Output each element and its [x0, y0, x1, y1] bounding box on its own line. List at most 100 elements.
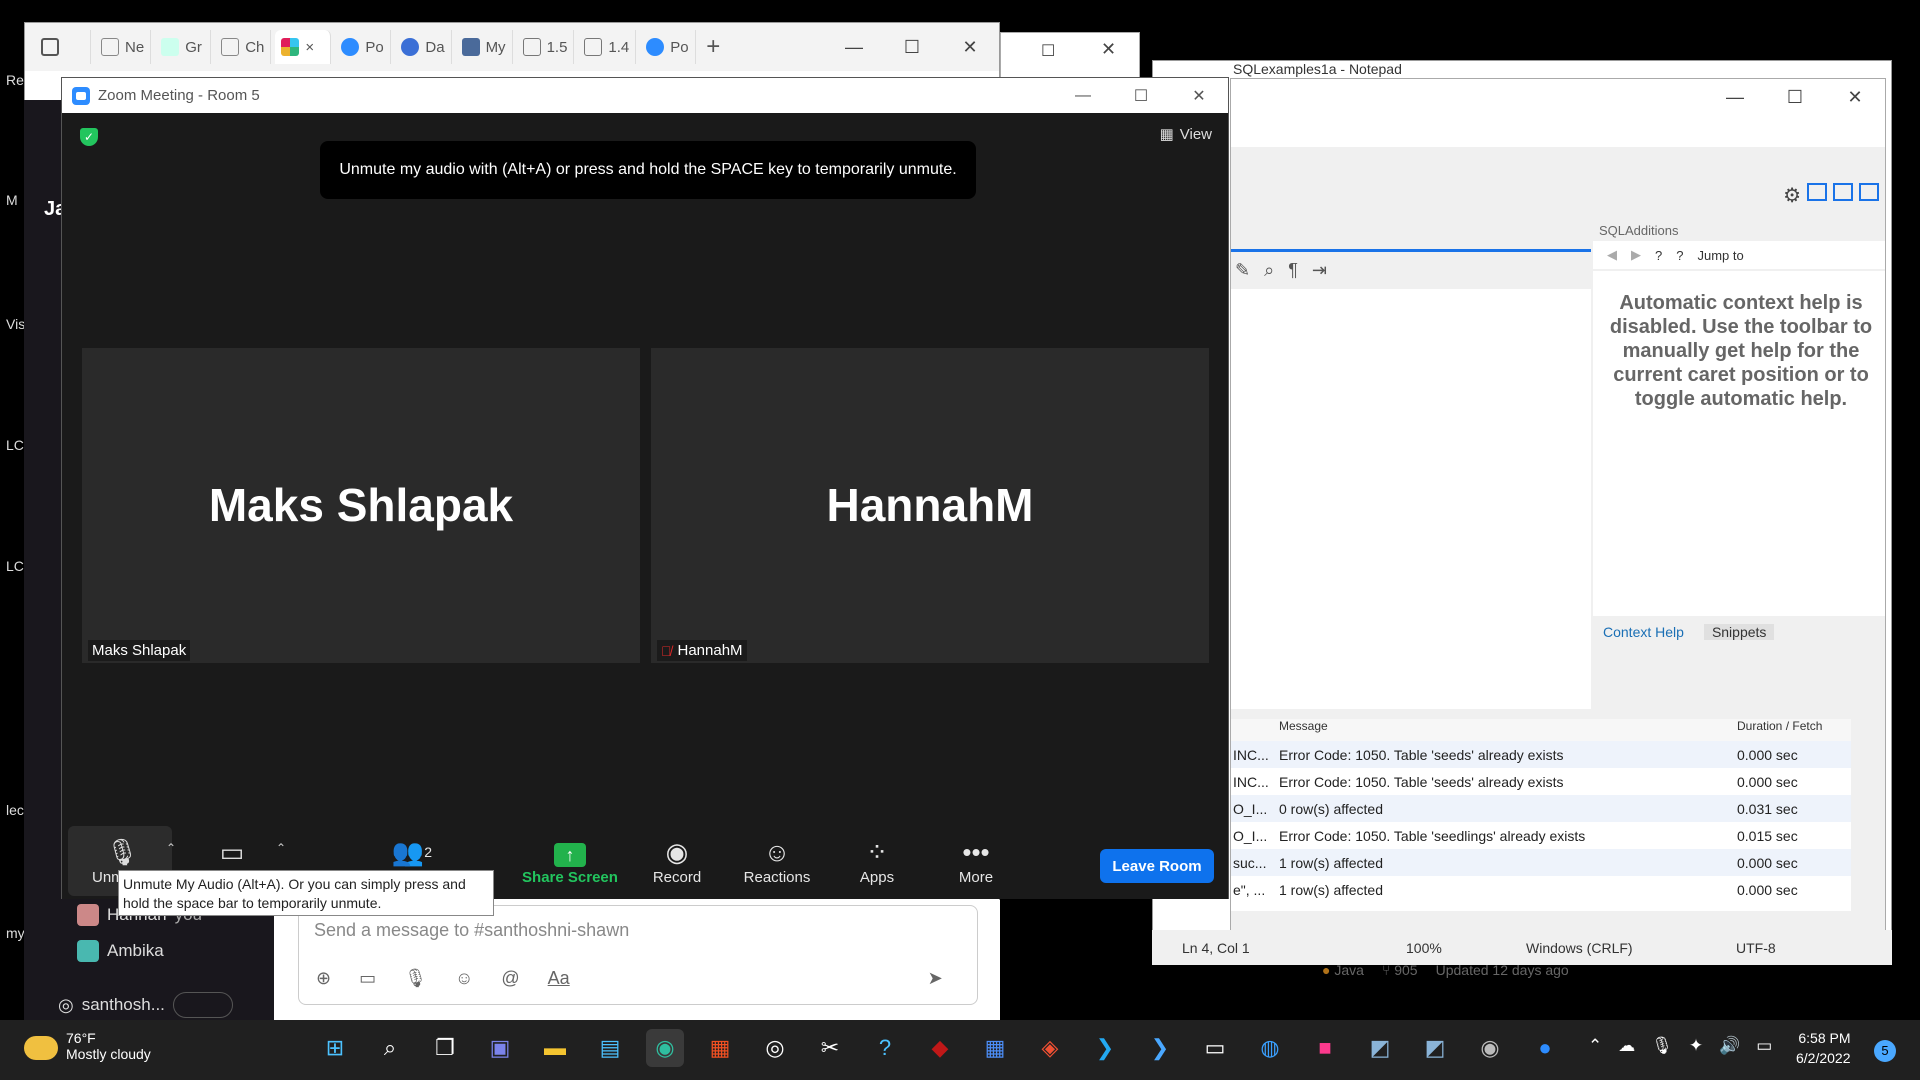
browser-tab[interactable]: My — [456, 30, 513, 64]
output-toggle-icon[interactable] — [1833, 183, 1853, 201]
search-icon[interactable]: ⌕ — [371, 1029, 409, 1067]
huddle-channel[interactable]: ◎ santhosh... — [58, 992, 233, 1018]
table-row[interactable]: INC... Error Code: 1050. Table 'seeds' al… — [1231, 768, 1851, 795]
tab-snippets[interactable]: Snippets — [1703, 624, 1775, 640]
bluetooth-icon[interactable]: ✦ — [1689, 1036, 1703, 1056]
security-shield-icon[interactable]: ✓ — [80, 128, 98, 146]
snipping-tool-icon[interactable]: ✂ — [811, 1029, 849, 1067]
find-icon[interactable]: ⌕ — [1264, 260, 1274, 281]
zoom-icon[interactable]: ● — [1526, 1029, 1564, 1067]
minimize-button[interactable]: — — [1054, 87, 1112, 105]
video-icon[interactable]: ▭ — [359, 968, 376, 989]
maximize-button[interactable]: ☐ — [1112, 86, 1170, 106]
close-button[interactable]: ✕ — [941, 37, 999, 58]
calendar-icon[interactable]: ▦ — [976, 1029, 1014, 1067]
send-icon[interactable]: ➤ — [928, 968, 943, 989]
mcafee-icon[interactable]: ◆ — [921, 1029, 959, 1067]
powershell-icon[interactable]: ❯ — [1141, 1029, 1179, 1067]
maximize-button[interactable]: ☐ — [883, 37, 941, 58]
manual-help-icon[interactable]: ? — [1655, 248, 1662, 263]
repo-stars[interactable]: ⑂ 905 — [1382, 962, 1418, 978]
mysql-workbench-icon-2[interactable]: ◩ — [1416, 1029, 1454, 1067]
sidebar-toggle-icon[interactable] — [1807, 183, 1827, 201]
browser-tab[interactable]: Da — [395, 30, 452, 64]
chevron-up-icon[interactable]: ⌃ — [276, 841, 286, 855]
emoji-icon[interactable]: ☺ — [455, 968, 473, 989]
edge-icon[interactable]: ◉ — [646, 1029, 684, 1067]
more-button[interactable]: ••• More — [936, 835, 1016, 886]
store-icon[interactable]: ▦ — [701, 1029, 739, 1067]
globe-icon[interactable]: ◍ — [1251, 1029, 1289, 1067]
slack-user-item[interactable]: Ambika — [77, 940, 164, 962]
chevron-up-icon[interactable]: ⌃ — [166, 841, 176, 855]
close-button[interactable]: ✕ — [1825, 87, 1885, 108]
camera-icon[interactable]: ◉ — [1471, 1029, 1509, 1067]
browser-tab[interactable]: 1.4 — [578, 30, 637, 64]
browser-tab[interactable]: Ne — [95, 30, 152, 64]
browser-tab[interactable]: Po — [335, 30, 392, 64]
notepad-icon[interactable]: ▤ — [591, 1029, 629, 1067]
table-row[interactable]: INC... Error Code: 1050. Table 'seeds' al… — [1231, 741, 1851, 768]
table-row[interactable]: e", ... 1 row(s) affected 0.000 sec — [1231, 876, 1851, 903]
maximize-button[interactable]: ☐ — [1765, 87, 1825, 108]
start-icon[interactable]: ⊞ — [316, 1029, 354, 1067]
wrap-icon[interactable]: ⇥ — [1312, 260, 1327, 281]
desktop-label[interactable]: Vis — [6, 316, 25, 332]
reactions-button[interactable]: ☺ Reactions — [737, 835, 817, 886]
sql-editor[interactable] — [1231, 289, 1591, 709]
desktop-label[interactable]: my — [6, 925, 25, 941]
close-button[interactable]: ✕ — [1101, 39, 1116, 60]
battery-icon[interactable]: ▭ — [1756, 1036, 1772, 1056]
intellij-icon[interactable]: ■ — [1306, 1029, 1344, 1067]
mention-icon[interactable]: @ — [501, 968, 519, 989]
chat-icon[interactable]: ▣ — [481, 1029, 519, 1067]
apps-button[interactable]: ⁘ Apps — [837, 835, 917, 886]
mic-icon[interactable]: 🎙 — [404, 968, 427, 989]
desktop-label[interactable]: lec — [6, 802, 24, 818]
desktop-label[interactable]: M — [6, 192, 18, 208]
clock[interactable]: 6:58 PM 6/2/2022 — [1796, 1028, 1851, 1068]
table-row[interactable]: suc... 1 row(s) affected 0.000 sec — [1231, 849, 1851, 876]
participants-button[interactable]: 👥2 — [372, 835, 452, 869]
settings-icon[interactable]: ⚙ — [1783, 183, 1801, 208]
back-icon[interactable]: ◀ — [1607, 247, 1617, 263]
forward-icon[interactable]: ▶ — [1631, 247, 1641, 263]
git-icon[interactable]: ◈ — [1031, 1029, 1069, 1067]
microphone-icon[interactable]: 🎙 — [1651, 1036, 1673, 1056]
auto-help-icon[interactable]: ? — [1676, 248, 1683, 263]
invisible-chars-icon[interactable]: ¶ — [1288, 260, 1298, 281]
chevron-up-icon[interactable]: ⌃ — [1588, 1036, 1602, 1056]
browser-tab[interactable]: 1.5 — [517, 30, 575, 64]
help-icon[interactable]: ? — [866, 1029, 904, 1067]
leave-room-button[interactable]: Leave Room — [1100, 849, 1214, 883]
maximize-button[interactable]: ☐ — [1041, 41, 1055, 61]
minimize-button[interactable]: — — [825, 37, 883, 58]
table-row[interactable]: O_I... 0 row(s) affected 0.031 sec — [1231, 795, 1851, 822]
terminal-icon[interactable]: ▭ — [1196, 1029, 1234, 1067]
onedrive-icon[interactable]: ☁ — [1618, 1036, 1635, 1056]
jump-to-select[interactable]: Jump to — [1697, 248, 1743, 263]
notification-badge[interactable]: 5 — [1874, 1040, 1896, 1062]
mysql-workbench-icon[interactable]: ◩ — [1361, 1029, 1399, 1067]
task-view-icon[interactable]: ❐ — [426, 1029, 464, 1067]
plus-icon[interactable]: ⊕ — [316, 968, 331, 989]
participant-tile[interactable]: Maks Shlapak Maks Shlapak — [82, 348, 640, 663]
format-icon[interactable]: Aa — [548, 968, 570, 989]
start-video-button[interactable]: ▭ ⌃ — [192, 835, 286, 869]
weather-widget[interactable]: 76°F Mostly cloudy — [24, 1030, 151, 1062]
huddle-toggle[interactable] — [172, 992, 233, 1018]
secondary-sidebar-toggle-icon[interactable] — [1859, 183, 1879, 201]
tab-actions-button[interactable] — [35, 30, 91, 64]
minimize-button[interactable]: — — [1705, 87, 1765, 108]
close-button[interactable]: ✕ — [1170, 86, 1228, 106]
volume-icon[interactable]: 🔊 — [1719, 1036, 1740, 1056]
message-column-header[interactable]: Message — [1271, 719, 1731, 741]
new-tab-button[interactable]: + — [700, 30, 756, 64]
table-row[interactable]: O_I... Error Code: 1050. Table 'seedlings… — [1231, 822, 1851, 849]
share-screen-button[interactable]: ↑ Share Screen — [520, 835, 620, 886]
vscode-icon[interactable]: ❯ — [1086, 1029, 1124, 1067]
browser-tab[interactable]: Po — [640, 30, 697, 64]
browser-tab-active[interactable]: × — [275, 30, 332, 64]
browser-tab[interactable]: Gr — [155, 30, 212, 64]
record-button[interactable]: ◉ Record — [637, 835, 717, 886]
